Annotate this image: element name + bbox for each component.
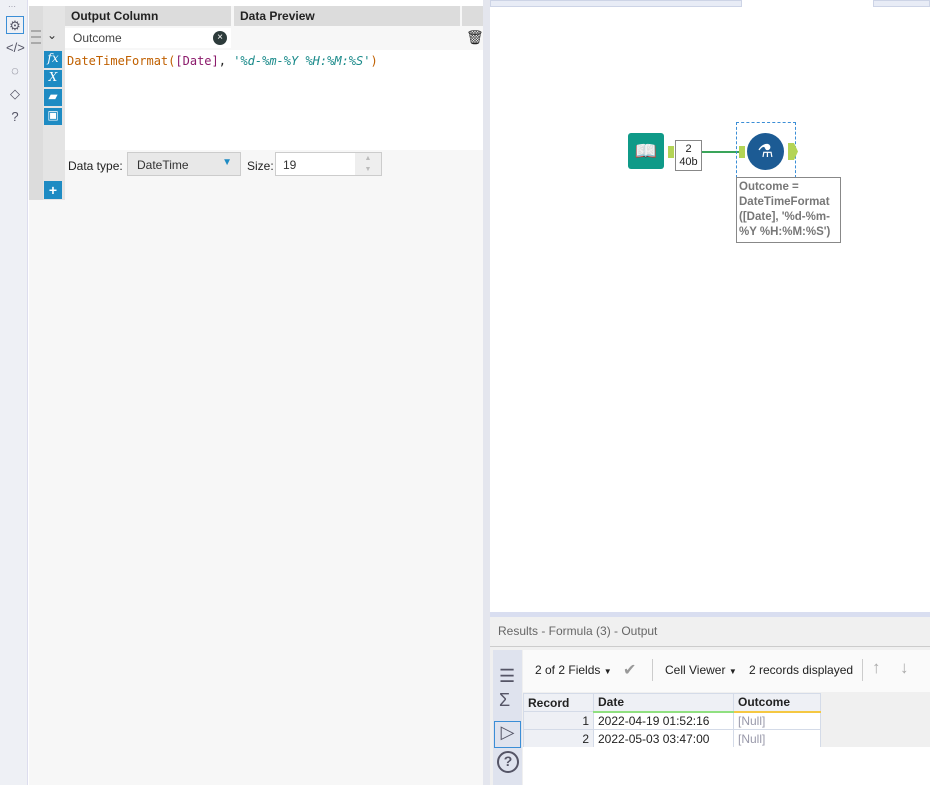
outcome-cell[interactable]: [Null] <box>733 711 821 730</box>
arrow-up-icon[interactable]: ↑ <box>872 658 881 678</box>
expr-paren-close: ) <box>370 54 378 68</box>
cell-viewer-label: Cell Viewer <box>665 663 726 677</box>
outcome-cell[interactable]: [Null] <box>733 729 821 748</box>
record-size: 40b <box>679 156 698 168</box>
help-icon[interactable]: ? <box>497 751 519 773</box>
record-cell: 2 <box>523 729 594 748</box>
connection-line <box>702 151 739 153</box>
formula-tool-icon[interactable]: ⚗ <box>747 133 784 170</box>
expr-string: '%d-%m-%Y %H:%M:%S' <box>233 54 371 68</box>
variable-icon[interactable]: X <box>44 70 62 87</box>
annotation-icon[interactable]: ◌ <box>6 62 24 80</box>
size-stepper[interactable]: ▲ ▼ <box>355 153 381 175</box>
panel-splitter[interactable] <box>483 0 490 785</box>
expr-field: [Date] <box>175 54 219 68</box>
config-sidebar: ··· ⚙ </> ◌ ◇ ? <box>0 0 28 785</box>
gear-icon[interactable]: ⚙ <box>6 16 24 34</box>
size-label: Size: <box>247 159 274 173</box>
fields-label: 2 of 2 Fields <box>535 663 601 677</box>
cell-viewer-dropdown[interactable]: Cell Viewer ▼ <box>665 663 737 677</box>
data-type-value: DateTime <box>137 158 189 172</box>
table-row[interactable]: 1 2022-04-19 01:52:16 [Null] <box>523 711 821 730</box>
expr-function: DateTimeFormat <box>67 54 169 68</box>
records-count: 2 records displayed <box>749 663 854 677</box>
open-folder-icon[interactable]: ▰ <box>44 89 62 106</box>
formula-grid: Output Column Data Preview ⌄ Outcome × 🗑… <box>29 6 484 785</box>
chevron-down-icon[interactable]: ⌄ <box>47 28 57 42</box>
help-icon[interactable]: ? <box>6 108 24 126</box>
size-input[interactable]: 19 ▲ ▼ <box>275 152 382 176</box>
table-row[interactable]: 2 2022-05-03 03:47:00 [Null] <box>523 729 821 748</box>
results-title: Results - Formula (3) - Output <box>490 617 930 647</box>
results-table: Record Date Outcome 1 2022-04-19 01:52:1… <box>523 693 821 748</box>
output-column-header: Output Column <box>65 6 231 26</box>
canvas-tabs[interactable] <box>490 0 742 7</box>
code-icon[interactable]: </> <box>6 39 25 57</box>
arrow-down-icon[interactable]: ↓ <box>900 658 909 678</box>
grip-dots[interactable]: ··· <box>8 2 16 11</box>
expr-comma: , <box>218 54 234 68</box>
column-header-record[interactable]: Record <box>523 693 594 712</box>
data-type-select[interactable]: DateTime ▼ <box>127 152 241 176</box>
column-header-outcome[interactable]: Outcome <box>733 693 821 713</box>
output-anchor[interactable] <box>668 146 674 158</box>
summary-icon[interactable]: Σ <box>499 690 510 711</box>
results-sidebar: ☰ Σ ▷ ? <box>493 650 522 785</box>
output-anchor-icon[interactable]: ▷ <box>494 721 521 748</box>
workflow-canvas[interactable]: 📖 2 40b ⚗ Outcome = DateTimeFormat ([Dat… <box>490 0 930 612</box>
add-field-button[interactable]: + <box>44 181 62 199</box>
output-column-value: Outcome <box>73 31 122 45</box>
data-preview-header: Data Preview <box>234 6 460 26</box>
input-anchor[interactable] <box>739 146 745 158</box>
record-count: 2 <box>685 143 692 155</box>
tag-icon[interactable]: ◇ <box>6 85 24 103</box>
output-column-input[interactable]: Outcome × <box>65 28 231 48</box>
connection-record-count: 2 40b <box>675 140 702 171</box>
size-value: 19 <box>283 158 297 172</box>
table-view-icon[interactable]: ☰ <box>499 666 515 687</box>
dropdown-arrow-icon: ▼ <box>222 157 232 168</box>
date-cell[interactable]: 2022-05-03 03:47:00 <box>593 729 734 748</box>
tool-annotation: Outcome = DateTimeFormat ([Date], '%d-%m… <box>736 177 841 243</box>
data-type-label: Data type: <box>68 159 123 173</box>
drag-handle-icon[interactable] <box>31 30 41 44</box>
trash-icon[interactable]: 🗑 <box>466 29 484 46</box>
fields-dropdown[interactable]: 2 of 2 Fields ▼ <box>535 663 612 677</box>
function-icon[interactable]: fx <box>44 51 62 68</box>
checkmark-icon[interactable]: ✔ <box>623 660 636 680</box>
output-anchor[interactable] <box>788 143 798 160</box>
input-data-tool-icon[interactable]: 📖 <box>628 133 664 169</box>
save-icon[interactable]: ▣ <box>44 108 62 125</box>
clear-icon[interactable]: × <box>213 31 227 45</box>
column-header-date[interactable]: Date <box>593 693 734 713</box>
date-cell[interactable]: 2022-04-19 01:52:16 <box>593 711 734 730</box>
record-cell: 1 <box>523 711 594 730</box>
results-panel: Results - Formula (3) - Output ☰ Σ ▷ ? 2… <box>490 612 930 785</box>
expression-editor[interactable]: DateTimeFormat([Date], '%d-%m-%Y %H:%M:%… <box>65 50 483 150</box>
